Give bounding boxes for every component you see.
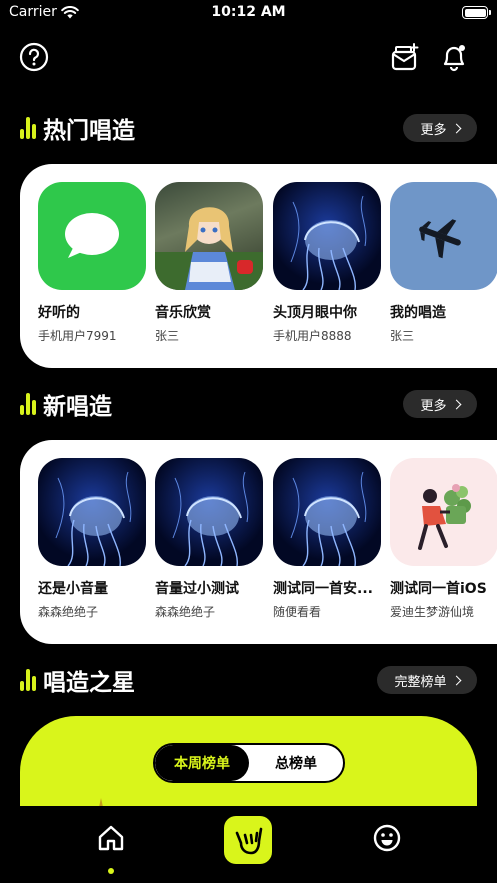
item-title: 测试同一首安... — [273, 581, 373, 597]
hot-item[interactable]: 我的唱造 张三 — [390, 182, 497, 344]
section-title: 热门唱造 — [43, 118, 135, 144]
item-subtitle: 森森绝绝子 — [155, 605, 216, 619]
jellyfish-image — [273, 458, 381, 566]
clock: 10:12 AM — [211, 4, 286, 20]
tab-total-ranking[interactable]: 总榜单 — [249, 745, 343, 781]
section-new-header: 新唱造 — [20, 388, 112, 420]
section-title: 新唱造 — [43, 394, 112, 420]
item-subtitle: 森森绝绝子 — [38, 605, 99, 619]
more-label: 完整榜单 — [394, 674, 447, 690]
jellyfish-image — [273, 182, 381, 290]
new-item[interactable]: 音量过小测试 森森绝绝子 — [155, 458, 263, 620]
tab-bar — [0, 806, 497, 883]
chevron-right-icon — [451, 399, 461, 409]
more-label: 更多 — [420, 398, 447, 414]
anime-girl-image — [155, 182, 263, 290]
item-subtitle: 张三 — [390, 329, 415, 343]
chevron-right-icon — [451, 123, 461, 133]
help-circle-icon[interactable] — [19, 42, 49, 72]
hot-item[interactable]: 头顶月眼中你 手机用户8888 — [273, 182, 381, 344]
hot-item[interactable]: 好听的 手机用户7991 — [38, 182, 146, 344]
jellyfish-image — [38, 458, 146, 566]
section-title: 唱造之星 — [43, 670, 135, 696]
section-hot-header: 热门唱造 — [20, 112, 135, 144]
plant-carrier-illustration — [390, 458, 497, 566]
item-subtitle: 手机用户7991 — [38, 329, 117, 343]
hot-more-button[interactable]: 更多 — [403, 114, 477, 142]
item-subtitle: 手机用户8888 — [273, 329, 352, 343]
messages-icon — [38, 182, 146, 290]
smiley-icon[interactable] — [367, 818, 407, 858]
airplane-image — [390, 182, 497, 290]
item-title: 头顶月眼中你 — [273, 305, 357, 321]
ranking-tabs[interactable]: 本周榜单 总榜单 — [153, 743, 345, 783]
new-item[interactable]: 测试同一首iOS 爱迪生梦游仙境 — [390, 458, 497, 620]
chart-bars-icon — [20, 669, 36, 691]
item-title: 测试同一首iOS — [390, 581, 487, 597]
new-card-row[interactable]: 还是小音量 森森绝绝子 音量过小测试 森森绝绝子 测试同一首安... 随便看看 — [20, 440, 497, 644]
battery-icon — [462, 6, 491, 19]
item-title: 音量过小测试 — [155, 581, 239, 597]
bell-icon[interactable] — [439, 42, 469, 72]
jellyfish-image — [155, 458, 263, 566]
new-more-button[interactable]: 更多 — [403, 390, 477, 418]
item-title: 还是小音量 — [38, 581, 108, 597]
mail-add-icon[interactable] — [390, 42, 420, 72]
rock-hand-icon[interactable] — [224, 816, 272, 864]
home-icon[interactable] — [91, 818, 131, 858]
item-title: 我的唱造 — [390, 305, 446, 321]
chevron-right-icon — [451, 675, 461, 685]
status-bar: Carrier 10:12 AM — [0, 0, 497, 26]
item-subtitle: 随便看看 — [273, 605, 322, 619]
chart-bars-icon — [20, 393, 36, 415]
item-title: 音乐欣赏 — [155, 305, 211, 321]
new-item[interactable]: 测试同一首安... 随便看看 — [273, 458, 381, 620]
chart-bars-icon — [20, 117, 36, 139]
hot-item[interactable]: 音乐欣赏 张三 — [155, 182, 263, 344]
new-item[interactable]: 还是小音量 森森绝绝子 — [38, 458, 146, 620]
item-title: 好听的 — [38, 305, 80, 321]
section-star-header: 唱造之星 — [20, 664, 135, 696]
more-label: 更多 — [420, 122, 447, 138]
hot-card-row[interactable]: 好听的 手机用户7991 音乐欣赏 张三 头顶月眼中你 手机用户8888 我的唱… — [20, 164, 497, 368]
full-ranking-button[interactable]: 完整榜单 — [377, 666, 477, 694]
tab-weekly-ranking[interactable]: 本周榜单 — [155, 745, 249, 781]
item-subtitle: 爱迪生梦游仙境 — [390, 605, 475, 619]
active-tab-indicator — [108, 868, 114, 874]
item-subtitle: 张三 — [155, 329, 180, 343]
